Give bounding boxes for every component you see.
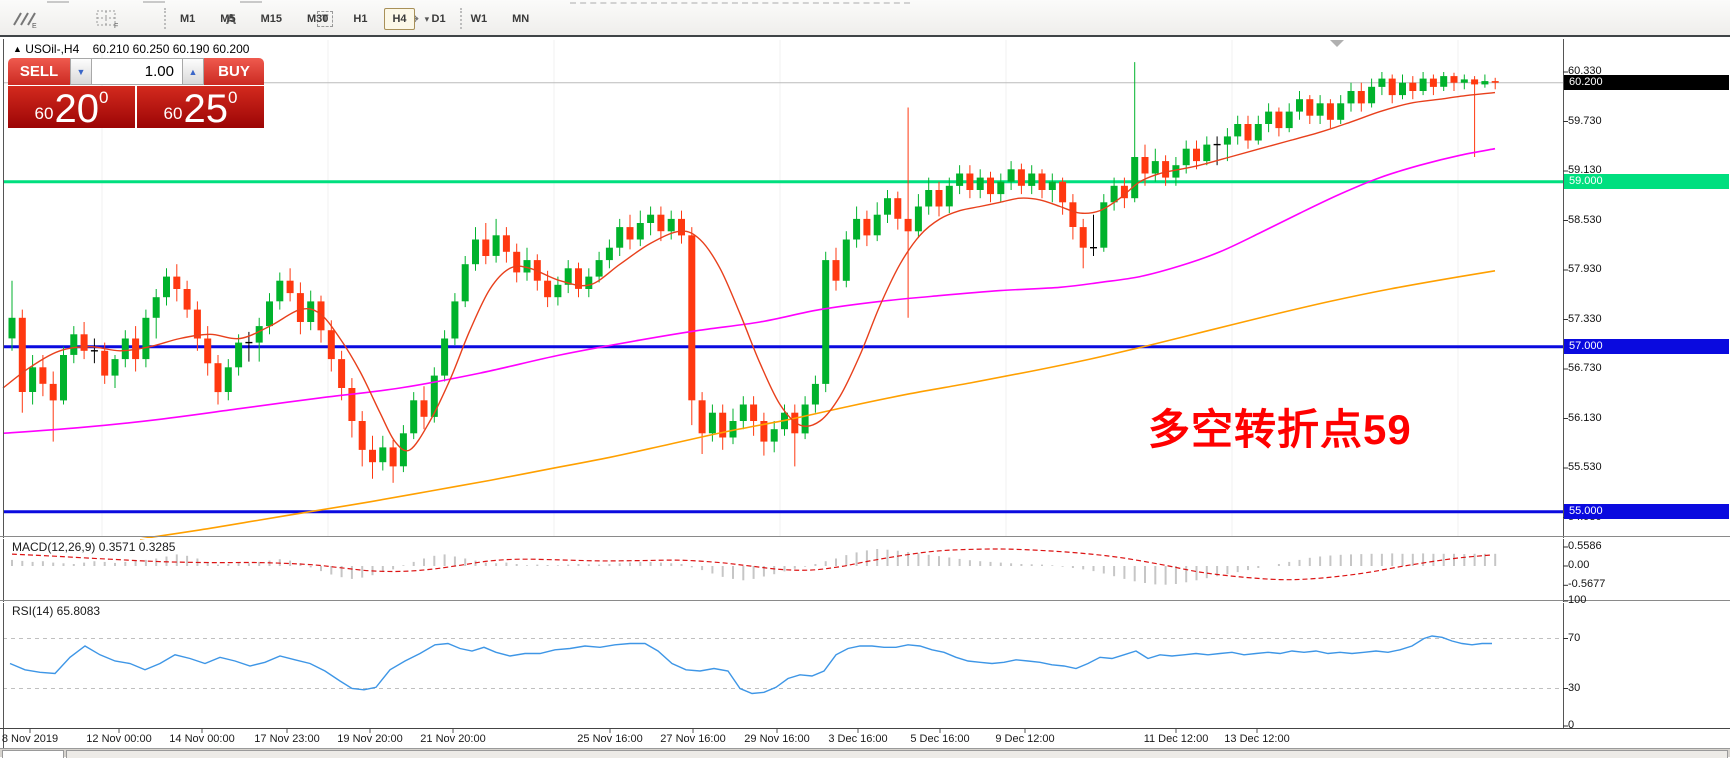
tf-button-m5[interactable]: M5 <box>212 8 243 30</box>
buy-price-button[interactable]: 60 25 0 <box>137 86 264 128</box>
price-tick-label: 55.530 <box>1568 461 1602 473</box>
timeframe-buttons: M1 M5 M15 M30 H1 H4 D1 W1 MN <box>172 7 537 31</box>
tf-button-m15[interactable]: M15 <box>253 8 290 30</box>
tf-button-m30[interactable]: M30 <box>299 8 336 30</box>
panel-borders <box>0 39 1730 748</box>
macd-tick-label: 0.5586 <box>1568 540 1602 552</box>
time-axis-label: 8 Nov 2019 <box>0 733 76 745</box>
price-tick-label: 59.730 <box>1568 115 1602 127</box>
grid-icon[interactable]: F <box>90 7 124 31</box>
tf-button-m1[interactable]: M1 <box>172 8 203 30</box>
sell-price-sup: 0 <box>99 88 108 108</box>
macd-indicator-label: MACD(12,26,9) 0.3571 0.3285 <box>12 540 175 554</box>
price-badge: 60.200 <box>1564 75 1729 90</box>
price-badge: 57.000 <box>1564 339 1729 354</box>
time-axis-label: 29 Nov 16:00 <box>731 733 823 745</box>
rsi-tick-label: 30 <box>1568 682 1580 694</box>
time-axis-label: 17 Nov 23:00 <box>241 733 333 745</box>
chart-text-annotation: 多空转折点59 <box>1148 396 1412 457</box>
macd-tick-label: -0.5677 <box>1568 578 1605 590</box>
time-axis-label: 13 Dec 12:00 <box>1211 733 1303 745</box>
time-axis-label: 14 Nov 00:00 <box>156 733 248 745</box>
price-tick-label: 57.930 <box>1568 263 1602 275</box>
buy-price-big: 25 <box>183 90 228 128</box>
price-badge: 59.000 <box>1564 174 1729 189</box>
time-axis-label: 12 Nov 00:00 <box>73 733 165 745</box>
status-cell <box>2 750 64 758</box>
chart-shift-triangle-icon[interactable] <box>1330 40 1344 47</box>
chart-graphics <box>0 39 1730 748</box>
symbol-title: ▲ USOil-,H4 60.210 60.250 60.190 60.200 <box>13 42 249 56</box>
moving-averages <box>3 93 1495 539</box>
price-tick-label: 58.530 <box>1568 214 1602 226</box>
volume-decrease-button[interactable]: ▼ <box>70 58 92 85</box>
tf-button-mn[interactable]: MN <box>504 8 537 30</box>
rsi-tick-label: 70 <box>1568 632 1580 644</box>
buy-price-sup: 0 <box>228 88 237 108</box>
time-axis-label: 3 Dec 16:00 <box>812 733 904 745</box>
svg-text:F: F <box>114 23 118 29</box>
chart-canvas[interactable]: 60.33059.73059.13058.53057.93057.33056.7… <box>0 39 1730 748</box>
grid-lines <box>102 40 1458 536</box>
rsi-tick-label: 100 <box>1568 594 1586 606</box>
window-frame-dashes <box>570 2 910 4</box>
collapse-triangle-icon: ▲ <box>13 44 22 54</box>
time-axis-label: 25 Nov 16:00 <box>564 733 656 745</box>
one-click-trade-panel: SELL ▼ ▲ BUY 60 20 0 60 25 0 <box>8 58 264 128</box>
toolbar: E FAT❖▾ M1M5M15M30H1H4D1W1MN <box>0 0 1730 37</box>
sell-button[interactable]: SELL <box>8 58 70 85</box>
sell-price-button[interactable]: 60 20 0 <box>8 86 135 128</box>
volume-input[interactable] <box>92 58 182 85</box>
window-frame-mark <box>47 1 69 3</box>
time-axis-label: 27 Nov 16:00 <box>647 733 739 745</box>
window-frame-mark <box>240 1 262 3</box>
rsi-panel-graphics <box>3 636 1563 694</box>
window-frame-mark <box>143 1 165 3</box>
buy-price-prefix: 60 <box>164 104 183 124</box>
macd-tick-label: 0.00 <box>1568 559 1589 571</box>
indicator-hatch-icon[interactable]: E <box>8 7 42 31</box>
price-tick-label: 57.330 <box>1568 313 1602 325</box>
time-axis-label: 5 Dec 16:00 <box>894 733 986 745</box>
time-axis-label: 9 Dec 12:00 <box>979 733 1071 745</box>
sell-price-big: 20 <box>54 90 99 128</box>
svg-text:E: E <box>32 23 37 29</box>
rsi-indicator-label: RSI(14) 65.8083 <box>12 604 100 618</box>
symbol-name: USOil-,H4 <box>25 42 79 56</box>
buy-button[interactable]: BUY <box>204 58 264 85</box>
status-cell <box>66 750 1728 758</box>
tf-button-d1[interactable]: D1 <box>424 8 454 30</box>
time-axis-label: 21 Nov 20:00 <box>407 733 499 745</box>
symbol-ohlc-values: 60.210 60.250 60.190 60.200 <box>93 42 250 56</box>
price-tick-label: 56.130 <box>1568 412 1602 424</box>
price-tick-label: 56.730 <box>1568 362 1602 374</box>
rsi-tick-label: 0 <box>1568 719 1574 731</box>
sell-price-prefix: 60 <box>35 104 54 124</box>
tf-button-h1[interactable]: H1 <box>345 8 375 30</box>
macd-panel-graphics <box>12 549 1495 585</box>
time-axis-label: 11 Dec 12:00 <box>1130 733 1222 745</box>
tf-button-w1[interactable]: W1 <box>463 8 496 30</box>
toolbar-separator <box>164 8 166 29</box>
toolbar-separator <box>460 8 462 29</box>
tf-button-h4[interactable]: H4 <box>384 8 414 30</box>
time-axis-label: 19 Nov 20:00 <box>324 733 416 745</box>
price-badge: 55.000 <box>1564 504 1729 519</box>
volume-increase-button[interactable]: ▲ <box>182 58 204 85</box>
